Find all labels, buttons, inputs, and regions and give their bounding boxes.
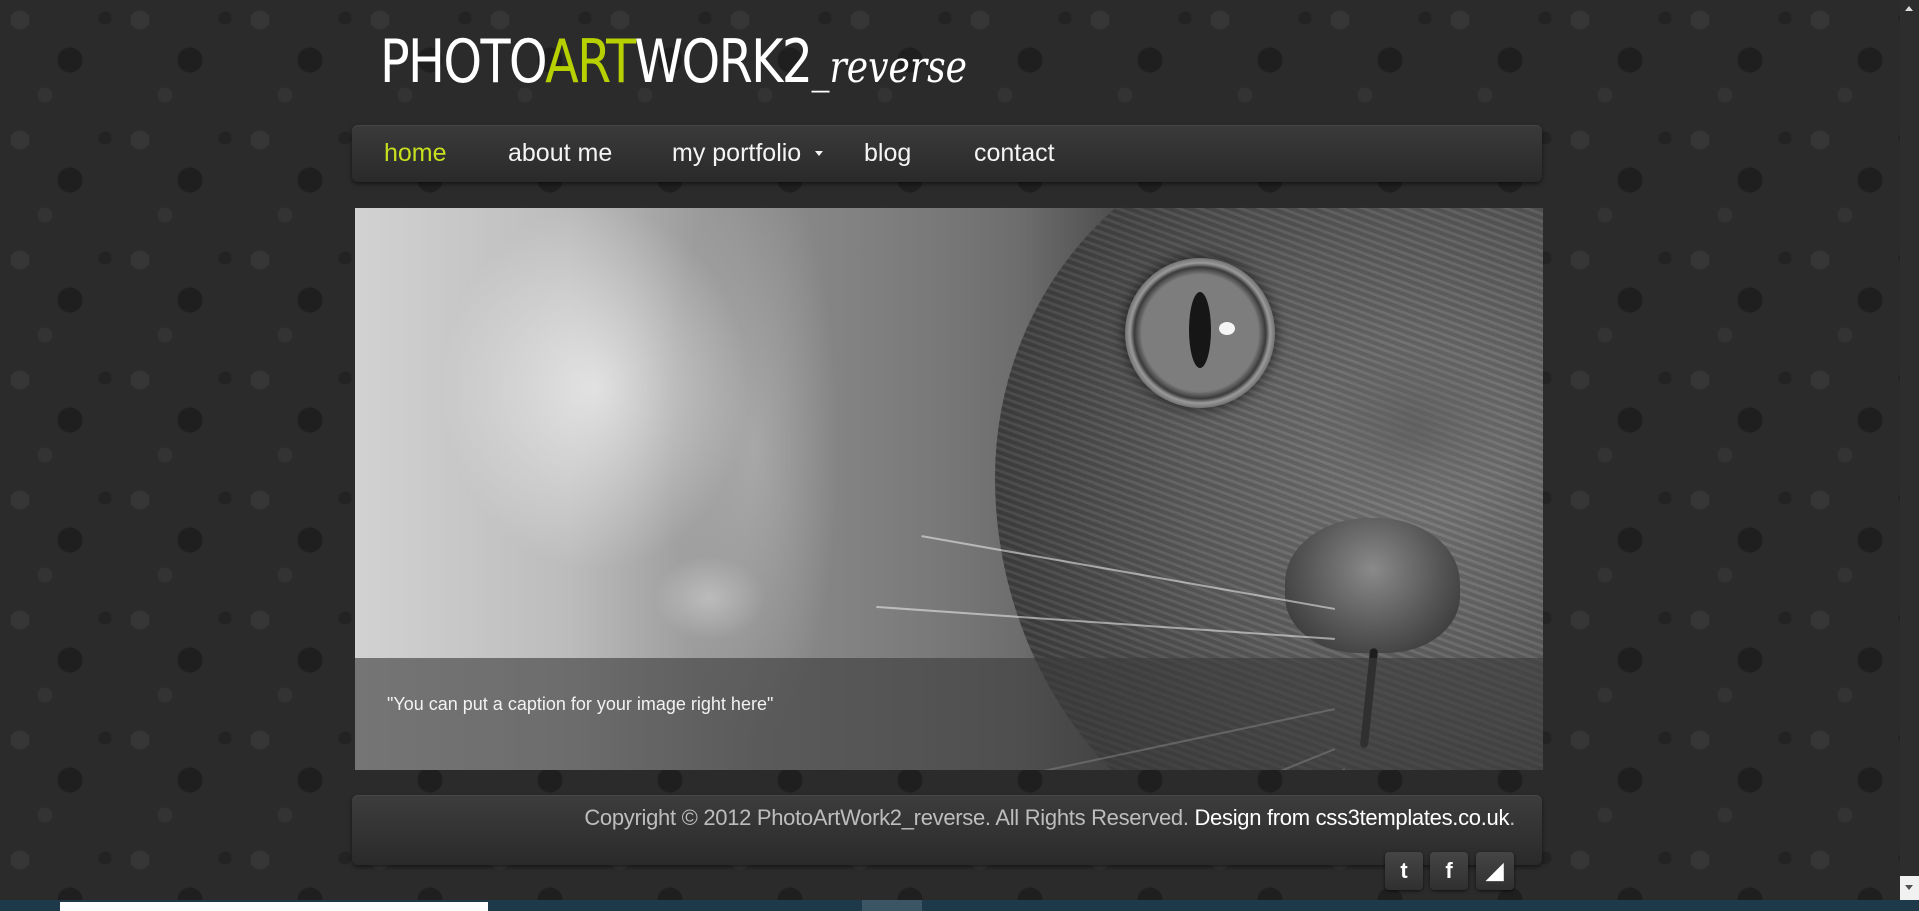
hero-image: "You can put a caption for your image ri… [355, 208, 1543, 770]
nav-item-my-portfolio[interactable]: my portfolio [672, 125, 801, 182]
logo-part-photo: PHOTO [380, 27, 547, 97]
page-scrollbar[interactable] [1900, 0, 1919, 900]
logo-part-work: WORK2 [634, 27, 814, 97]
rss-button[interactable]: ◢ [1476, 852, 1514, 890]
site-logo[interactable]: PHOTOARTWORK2_reverse [380, 22, 967, 102]
main-nav: home about me my portfolio blog contact [352, 125, 1542, 182]
cat-pupil [1189, 292, 1211, 368]
footer-period: . [1509, 805, 1515, 830]
taskbar-search-box[interactable] [60, 902, 488, 911]
nav-item-contact[interactable]: contact [974, 125, 1055, 182]
page: PHOTOARTWORK2_reverse home about me my p… [0, 0, 1919, 911]
hero-caption-text: "You can put a caption for your image ri… [387, 694, 774, 714]
nav-item-about-me[interactable]: about me [508, 125, 612, 182]
twitter-button[interactable]: t [1385, 852, 1423, 890]
logo-part-reverse: _reverse [811, 42, 967, 93]
rss-icon: ◢ [1486, 858, 1504, 883]
taskbar [0, 900, 1919, 911]
caret-down-icon[interactable] [815, 151, 823, 156]
footer: Copyright © 2012 PhotoArtWork2_reverse. … [352, 795, 1542, 865]
cat-nose [1285, 518, 1460, 653]
cat-eye [1125, 258, 1275, 408]
nav-item-blog[interactable]: blog [864, 125, 911, 182]
logo-part-art: ART [545, 27, 636, 97]
design-credit-link[interactable]: Design from css3templates.co.uk [1194, 805, 1509, 830]
facebook-icon: f [1445, 858, 1453, 883]
scroll-down-icon[interactable] [1905, 885, 1913, 890]
hero-caption-bar: "You can put a caption for your image ri… [355, 658, 1543, 770]
nav-item-home[interactable]: home [384, 125, 447, 182]
facebook-button[interactable]: f [1430, 852, 1468, 890]
copyright-text: Copyright © 2012 PhotoArtWork2_reverse. … [584, 805, 1195, 830]
scroll-up-icon[interactable] [1905, 6, 1913, 11]
twitter-icon: t [1400, 858, 1408, 883]
taskbar-app-button[interactable] [862, 900, 922, 911]
cat-eye-glint [1219, 322, 1235, 335]
footer-copyright: Copyright © 2012 PhotoArtWork2_reverse. … [584, 805, 1515, 831]
